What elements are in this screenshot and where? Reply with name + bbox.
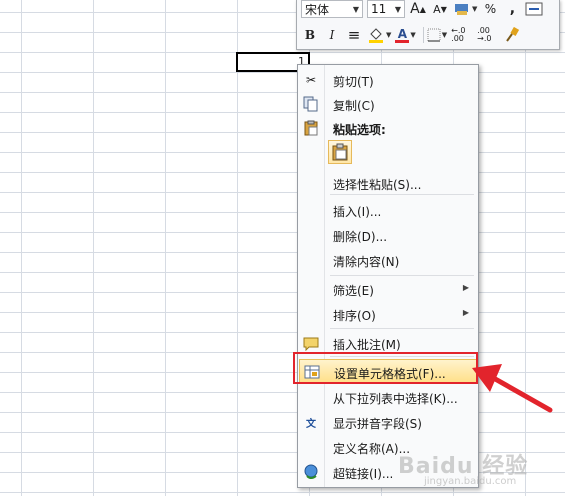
font-color-icon: A — [397, 26, 408, 41]
menu-item-label: 插入批注(M) — [333, 338, 401, 352]
menu-item-clear-contents[interactable]: 清除内容(N) — [299, 248, 477, 272]
fill-color-button[interactable]: ▼ — [367, 25, 391, 45]
menu-item-insert[interactable]: 插入(I)... — [299, 198, 477, 222]
font-size-combo[interactable]: 11 ▼ — [367, 0, 405, 18]
watermark-url: jingyan.baidu.com — [424, 476, 517, 487]
scissors-icon: ✂ — [305, 73, 317, 87]
menu-item-label: 复制(C) — [333, 99, 375, 113]
increase-decimal-icon: ←.0 .00 — [451, 26, 466, 43]
copy-icon — [303, 96, 319, 112]
menu-item-label: 选择性粘贴(S)... — [333, 178, 422, 192]
menu-item-label: 从下拉列表中选择(K)... — [333, 392, 458, 406]
font-name-combo[interactable]: 宋体 ▼ — [301, 0, 363, 18]
toolbar-separator — [422, 27, 424, 43]
mini-toolbar: 宋体 ▼ 11 ▼ A ▲ A ▼ ▼ % , B I ≡ ▼ A ▼ ▼ ←.… — [296, 0, 560, 50]
font-color-button[interactable]: A ▼ — [395, 25, 416, 45]
menu-item-sort[interactable]: 排序(O) ▶ — [299, 302, 477, 326]
menu-item-label: 删除(D)... — [333, 230, 388, 244]
context-menu: ✂ 剪切(T) 复制(C) 粘贴选项: 选择性粘贴(S)... 插入(I)...… — [297, 64, 479, 488]
bold-button[interactable]: B — [301, 25, 319, 45]
menu-separator — [330, 275, 474, 276]
font-name-value: 宋体 — [305, 2, 330, 17]
highlight-box — [293, 352, 478, 384]
chevron-down-icon: ▼ — [352, 4, 359, 14]
increase-decimal-button[interactable]: ←.0 .00 — [451, 25, 473, 45]
phonetic-icon: 文 — [306, 418, 316, 430]
chevron-right-icon: ▶ — [462, 308, 469, 317]
menu-item-label: 显示拼音字段(S) — [333, 417, 422, 431]
format-painter-icon — [506, 27, 520, 42]
paste-icon — [332, 143, 348, 161]
shrink-font-icon: A — [433, 2, 441, 16]
chevron-down-icon: ▼ — [410, 31, 416, 39]
menu-item-label: 排序(O) — [333, 309, 376, 323]
decrease-decimal-icon: .00 →.0 — [477, 26, 492, 43]
merge-center-button[interactable] — [525, 0, 543, 19]
fill-color-icon — [369, 28, 383, 43]
menu-separator — [330, 328, 474, 329]
menu-item-label: 插入(I)... — [333, 205, 382, 219]
grow-font-icon: A — [410, 1, 420, 17]
menu-item-paste-special[interactable]: 选择性粘贴(S)... — [299, 171, 477, 195]
chevron-down-icon: ▼ — [386, 31, 392, 39]
menu-item-filter[interactable]: 筛选(E) ▶ — [299, 277, 477, 301]
red-arrow-annotation — [472, 364, 553, 413]
align-center-button[interactable]: ≡ — [345, 25, 363, 45]
paste-option-button[interactable] — [328, 140, 352, 164]
clipboard-icon — [303, 120, 319, 136]
font-size-value: 11 — [371, 2, 387, 16]
font-color-bar — [395, 39, 410, 43]
menu-item-pick-from-list[interactable]: 从下拉列表中选择(K)... — [299, 385, 477, 409]
borders-icon — [427, 28, 441, 42]
percent-button[interactable]: % — [481, 0, 499, 19]
spreadsheet-grid[interactable] — [0, 0, 565, 496]
menu-item-label: 清除内容(N) — [333, 255, 400, 269]
menu-item-label: 筛选(E) — [333, 284, 374, 298]
menu-item-paste-options: 粘贴选项: — [299, 116, 477, 140]
hyperlink-icon — [303, 464, 319, 480]
accounting-icon — [455, 4, 468, 15]
menu-item-cut[interactable]: ✂ 剪切(T) — [299, 68, 477, 92]
comma-button[interactable]: , — [503, 0, 521, 19]
chevron-down-icon: ▼ — [472, 5, 478, 13]
note-icon — [303, 335, 319, 351]
accounting-format-button[interactable]: ▼ — [453, 0, 477, 19]
menu-item-label: 粘贴选项: — [333, 123, 386, 137]
format-painter-button[interactable] — [503, 25, 521, 45]
grow-font-button[interactable]: A ▲ — [409, 0, 427, 19]
menu-item-label: 剪切(T) — [333, 75, 374, 89]
chevron-down-icon: ▼ — [394, 4, 401, 14]
borders-button[interactable]: ▼ — [427, 25, 447, 45]
merge-cells-icon — [525, 2, 543, 16]
decrease-decimal-button[interactable]: .00 →.0 — [477, 25, 499, 45]
chevron-right-icon: ▶ — [462, 283, 469, 292]
menu-item-label: 超链接(I)... — [333, 467, 394, 481]
italic-button[interactable]: I — [323, 25, 341, 45]
menu-item-copy[interactable]: 复制(C) — [299, 92, 477, 116]
menu-item-phonetic-field[interactable]: 文 显示拼音字段(S) — [299, 410, 477, 434]
menu-item-delete[interactable]: 删除(D)... — [299, 223, 477, 247]
chevron-down-icon: ▼ — [441, 31, 448, 39]
shrink-font-button[interactable]: A ▼ — [431, 0, 449, 19]
